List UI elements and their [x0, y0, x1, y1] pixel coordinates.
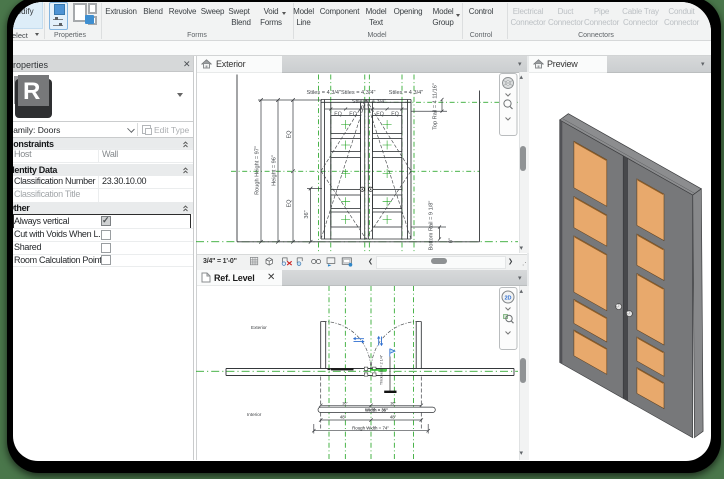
svg-text:Bottom Rail = 9 1/8": Bottom Rail = 9 1/8": [429, 200, 435, 250]
svg-text:Interior: Interior: [247, 412, 262, 417]
svg-text:Stiles = 4 3/4": Stiles = 4 3/4": [389, 90, 423, 96]
svg-text:Thickness = 2 1/4": Thickness = 2 1/4": [380, 354, 384, 385]
svg-text:Top Rail = 4 11/16": Top Rail = 4 11/16": [433, 83, 439, 130]
svg-text:EQ: EQ: [287, 129, 293, 138]
svg-text:EQ: EQ: [334, 111, 342, 117]
svg-text:36": 36": [390, 402, 396, 406]
svg-text:Rough Height = 97": Rough Height = 97": [255, 146, 261, 195]
svg-text:EQ: EQ: [287, 198, 293, 207]
svg-text:Rough Width = 74": Rough Width = 74": [352, 425, 389, 430]
svg-text:36": 36": [342, 402, 348, 406]
svg-text:EQ: EQ: [349, 111, 357, 117]
svg-text:Exterior: Exterior: [251, 325, 267, 330]
svg-text:EQ: EQ: [376, 111, 384, 117]
svg-text:Height = 96": Height = 96": [272, 155, 278, 186]
svg-text:2D: 2D: [504, 295, 511, 301]
svg-text:Stiles = 4 3/4"Stiles = 4 3/4": Stiles = 4 3/4"Stiles = 4 3/4": [307, 90, 376, 96]
svg-text:EQ: EQ: [391, 111, 399, 117]
svg-text:36": 36": [304, 210, 310, 218]
svg-text:Width = 36": Width = 36": [365, 408, 388, 413]
svg-text:48": 48": [340, 415, 347, 420]
svg-text:48": 48": [390, 415, 397, 420]
svg-text:Stiles = 4 3/4": Stiles = 4 3/4": [352, 99, 386, 105]
svg-text:0": 0": [449, 237, 455, 242]
